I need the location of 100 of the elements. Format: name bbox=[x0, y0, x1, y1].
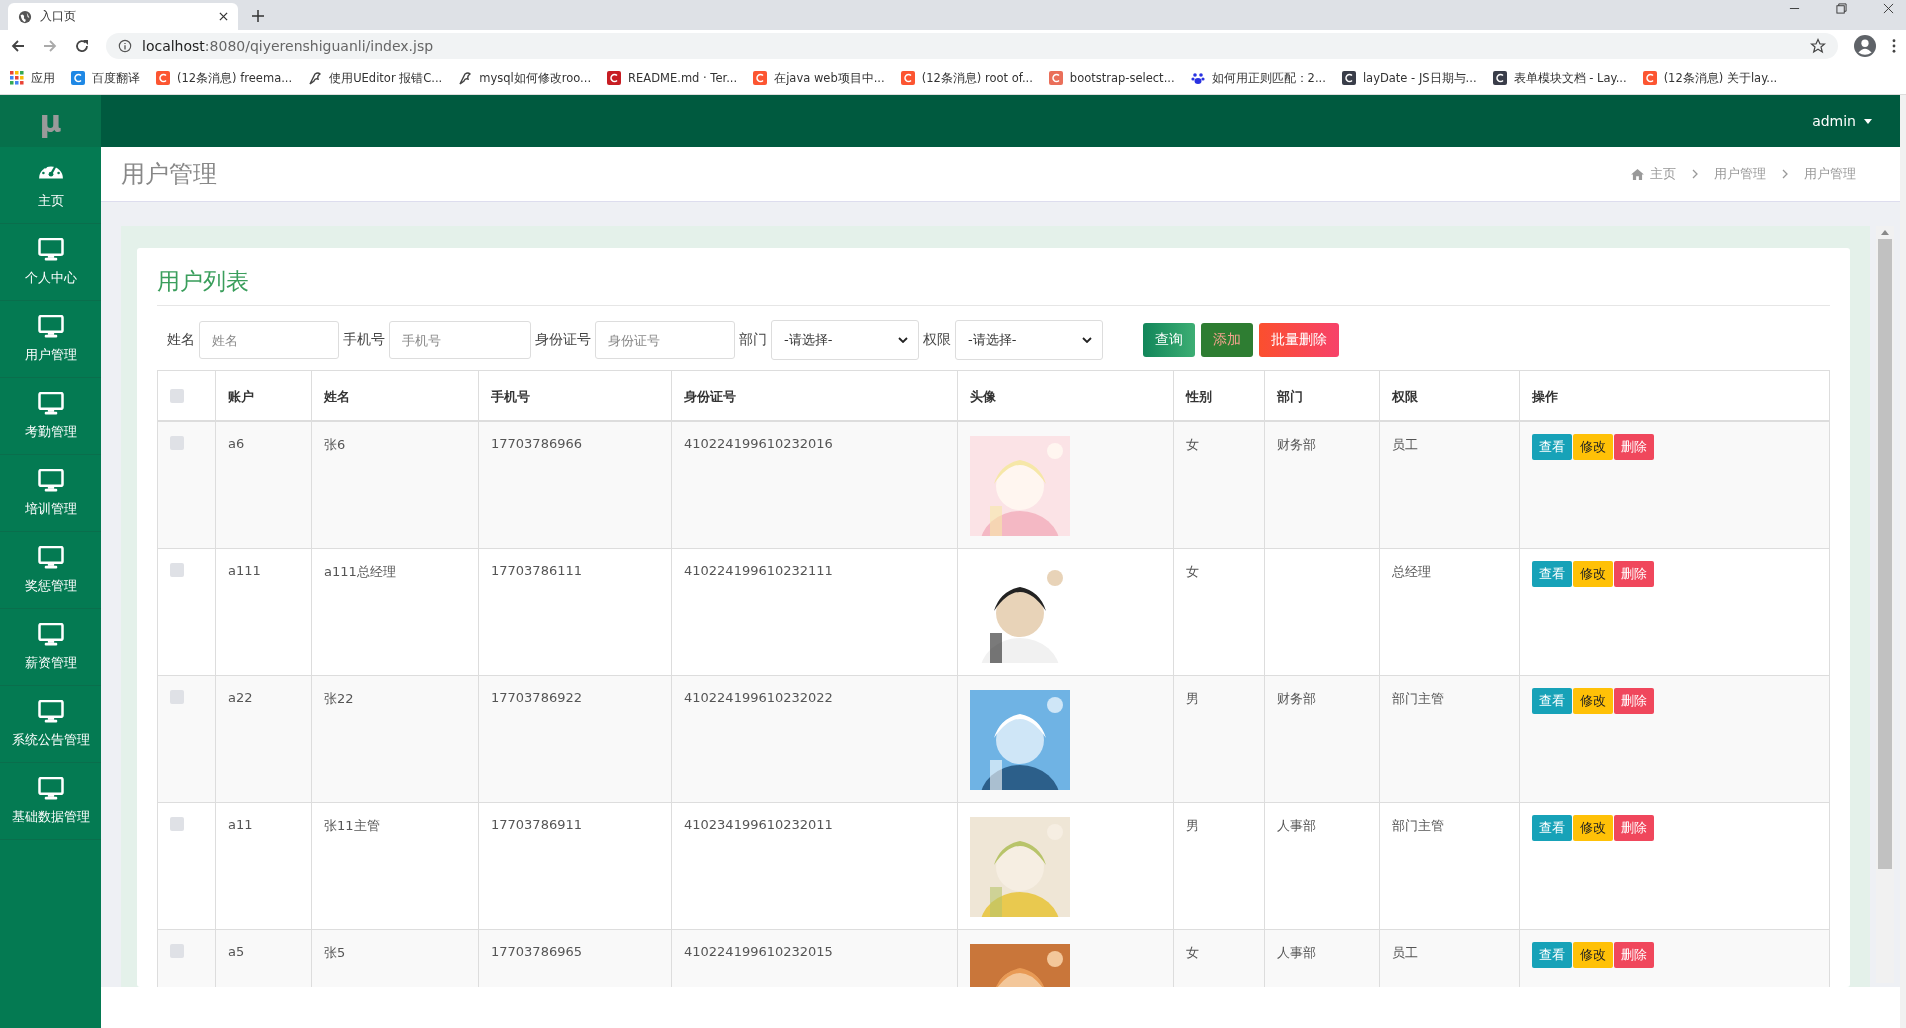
table-cell: a6 bbox=[228, 435, 245, 451]
paw-icon bbox=[1190, 71, 1205, 85]
column-header: 手机号 bbox=[491, 389, 530, 405]
edit-button[interactable]: 修改 bbox=[1573, 941, 1613, 968]
checkbox[interactable] bbox=[170, 943, 184, 958]
column-header: 姓名 bbox=[324, 389, 350, 405]
table-cell: 女 bbox=[1186, 436, 1199, 452]
table-cell: 17703786111 bbox=[491, 562, 582, 578]
restore-icon[interactable] bbox=[1836, 3, 1847, 14]
menu-icon[interactable] bbox=[1892, 39, 1896, 53]
bookmark[interactable]: (12条消息) freema... bbox=[156, 70, 293, 86]
filter-field[interactable]: 手机号 bbox=[389, 321, 531, 359]
delete-button[interactable]: 删除 bbox=[1614, 433, 1654, 460]
column-header: 权限 bbox=[1392, 389, 1418, 405]
search-button[interactable]: 查询 bbox=[1143, 323, 1195, 357]
view-button[interactable]: 查看 bbox=[1532, 433, 1572, 460]
table-cell: 总经理 bbox=[1392, 563, 1431, 579]
monitor-icon bbox=[37, 468, 64, 492]
checkbox[interactable] bbox=[170, 816, 184, 831]
breadcrumb-link[interactable]: 用户管理 bbox=[1804, 165, 1856, 183]
table-cell: 17703786911 bbox=[491, 816, 582, 832]
bookmark[interactable]: 表单模块文档 - Lay... bbox=[1492, 70, 1627, 86]
filter-field[interactable]: 姓名 bbox=[199, 321, 339, 359]
browser-tab[interactable]: 入口页 bbox=[8, 3, 238, 30]
edit-button[interactable]: 修改 bbox=[1573, 560, 1613, 587]
reload-icon[interactable] bbox=[74, 38, 90, 54]
table-cell: 人事部 bbox=[1277, 817, 1316, 833]
column-header: 操作 bbox=[1532, 389, 1558, 405]
site-icon bbox=[900, 71, 915, 85]
feather-icon bbox=[458, 71, 473, 85]
site-icon bbox=[753, 71, 768, 85]
table-cell: 17703786922 bbox=[491, 689, 582, 705]
bookmark[interactable]: 应用 bbox=[10, 70, 55, 86]
star-icon[interactable] bbox=[1810, 38, 1826, 54]
table-cell: 人事部 bbox=[1277, 944, 1316, 960]
table-cell: 17703786966 bbox=[491, 435, 582, 451]
view-button[interactable]: 查看 bbox=[1532, 814, 1572, 841]
table-cell: 410224199610232111 bbox=[684, 562, 833, 578]
column-header: 账户 bbox=[228, 389, 254, 405]
view-button[interactable]: 查看 bbox=[1532, 941, 1572, 968]
table-cell: 财务部 bbox=[1277, 690, 1316, 706]
delete-button[interactable]: 删除 bbox=[1614, 560, 1654, 587]
filter-label: 身份证号 bbox=[535, 331, 591, 349]
edit-button[interactable]: 修改 bbox=[1573, 433, 1613, 460]
table-cell: 张5 bbox=[324, 944, 346, 960]
bookmark[interactable]: (12条消息) root of... bbox=[900, 70, 1033, 86]
view-button[interactable]: 查看 bbox=[1532, 687, 1572, 714]
address-field[interactable]: localhost:8080/qiyerenshiguanli/index.jsp bbox=[106, 33, 1838, 59]
new-tab-icon[interactable] bbox=[252, 10, 264, 22]
bookmark[interactable]: 使用UEditor 报错C... bbox=[308, 70, 443, 86]
bookmark[interactable]: (12条消息) 关于lay... bbox=[1642, 70, 1778, 86]
checkbox[interactable] bbox=[170, 562, 184, 577]
table-cell: 17703786965 bbox=[491, 943, 582, 959]
scroll-up-icon[interactable] bbox=[1881, 230, 1889, 235]
column-header: 部门 bbox=[1277, 389, 1303, 405]
delete-button[interactable]: 删除 bbox=[1614, 941, 1654, 968]
bookmark[interactable]: 百度翻译 bbox=[71, 70, 140, 86]
account-icon[interactable] bbox=[1854, 35, 1876, 57]
panel-title: 用户列表 bbox=[157, 266, 1830, 306]
chevron-down-icon bbox=[898, 337, 908, 343]
bookmark[interactable]: mysql如何修改roo... bbox=[458, 70, 592, 86]
table-cell: 女 bbox=[1186, 944, 1199, 960]
table-cell: a5 bbox=[228, 943, 245, 959]
filter-field[interactable]: 身份证号 bbox=[595, 321, 735, 359]
table-cell: 男 bbox=[1186, 690, 1199, 706]
bookmark[interactable]: 在java web项目中... bbox=[753, 70, 885, 86]
checkbox[interactable] bbox=[170, 388, 184, 403]
filter-dropdown[interactable]: -请选择- bbox=[771, 320, 919, 360]
site-icon bbox=[71, 71, 85, 85]
checkbox[interactable] bbox=[170, 689, 184, 704]
home-icon bbox=[1631, 168, 1644, 180]
delete-button[interactable]: 批量删除 bbox=[1259, 323, 1339, 357]
filter-label: 姓名 bbox=[167, 331, 195, 349]
back-icon[interactable] bbox=[10, 38, 26, 54]
monitor-icon bbox=[37, 622, 64, 646]
apps-icon bbox=[10, 71, 24, 85]
filter-dropdown[interactable]: -请选择- bbox=[955, 320, 1103, 360]
delete-button[interactable]: 删除 bbox=[1614, 814, 1654, 841]
bookmark[interactable]: README.md · Ter... bbox=[607, 71, 738, 85]
user-menu[interactable]: admin bbox=[1812, 113, 1856, 129]
table-cell: 410234199610232011 bbox=[684, 816, 833, 832]
table-cell: 部门主管 bbox=[1392, 690, 1444, 706]
delete-button[interactable]: 删除 bbox=[1614, 687, 1654, 714]
breadcrumb-link[interactable]: 用户管理 bbox=[1714, 165, 1766, 183]
info-icon[interactable] bbox=[118, 39, 132, 53]
bookmark[interactable]: 如何用正则匹配：2... bbox=[1190, 70, 1326, 86]
table-cell: a111 bbox=[228, 562, 261, 578]
filter-label: 手机号 bbox=[343, 331, 385, 349]
bookmark[interactable]: layDate - JS日期与... bbox=[1341, 70, 1477, 86]
bookmark[interactable]: bootstrap-select... bbox=[1048, 71, 1175, 85]
edit-button[interactable]: 修改 bbox=[1573, 687, 1613, 714]
edit-button[interactable]: 修改 bbox=[1573, 814, 1613, 841]
monitor-icon bbox=[37, 391, 64, 415]
checkbox[interactable] bbox=[170, 435, 184, 450]
table-cell: 张22 bbox=[324, 690, 354, 706]
breadcrumb-link[interactable]: 主页 bbox=[1650, 165, 1676, 183]
monitor-icon bbox=[37, 237, 64, 261]
view-button[interactable]: 查看 bbox=[1532, 560, 1572, 587]
close-icon[interactable] bbox=[219, 12, 228, 21]
close-icon[interactable] bbox=[1883, 3, 1894, 14]
